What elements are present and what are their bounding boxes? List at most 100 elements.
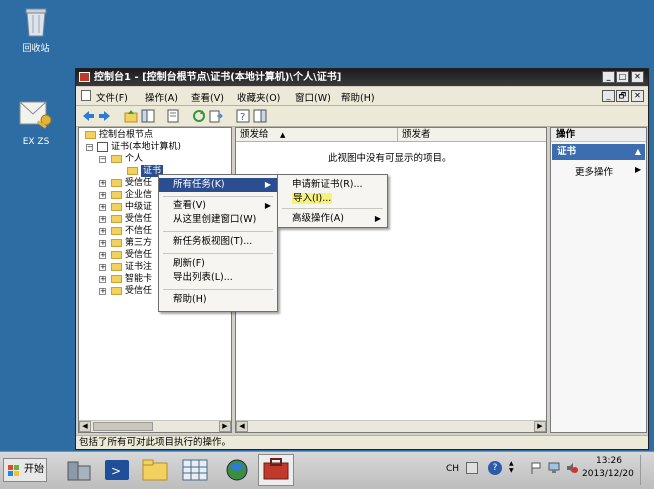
user-shortcut[interactable]: EX ZS bbox=[6, 96, 66, 147]
tree-label: 第三方 bbox=[125, 238, 153, 248]
console-icon bbox=[79, 72, 90, 82]
mmc-taskbar-button[interactable] bbox=[258, 454, 294, 486]
folder-icon bbox=[111, 203, 122, 211]
more-actions[interactable]: 更多操作 bbox=[575, 164, 613, 178]
menu-item-request-cert[interactable]: 申请新证书(R)... bbox=[278, 178, 387, 192]
folder-icon bbox=[111, 191, 122, 199]
tree-horizontal-scrollbar[interactable]: ◀ ▶ bbox=[79, 420, 231, 432]
menu-item-all-tasks[interactable]: 所有任务(K) ▶ bbox=[159, 178, 277, 192]
menu-bar: 文件(F) 操作(A) 查看(V) 收藏夹(O) 窗口(W) 帮助(H) _ 🗗… bbox=[76, 87, 648, 106]
actions-section-label: 证书 bbox=[557, 146, 577, 157]
menu-item-export-list[interactable]: 导出列表(L)... bbox=[159, 271, 277, 285]
column-issued-to[interactable]: 颁发给 ▲ bbox=[236, 128, 398, 142]
inner-restore-button[interactable]: 🗗 bbox=[616, 90, 629, 102]
inner-close-button[interactable]: ✕ bbox=[631, 90, 644, 102]
expand-icon[interactable]: + bbox=[99, 264, 106, 271]
scroll-thumb[interactable] bbox=[93, 422, 153, 431]
actions-section-certificates[interactable]: 证书 ▲ bbox=[552, 144, 645, 160]
expand-icon[interactable]: + bbox=[99, 216, 106, 223]
show-desktop-button[interactable] bbox=[640, 455, 651, 485]
menu-item-import[interactable]: 导入(I)... bbox=[278, 192, 387, 206]
explorer-icon[interactable] bbox=[140, 456, 170, 484]
help-icon[interactable]: ? bbox=[236, 109, 250, 123]
scroll-left-icon[interactable]: ◀ bbox=[79, 421, 91, 432]
status-bar: 包括了所有可对此项目执行的操作。 bbox=[76, 435, 648, 449]
submenu-arrow-icon: ▶ bbox=[374, 214, 381, 223]
folder-icon bbox=[111, 275, 122, 283]
expand-icon[interactable]: + bbox=[99, 228, 106, 235]
recycle-bin[interactable]: 回收站 bbox=[6, 6, 66, 54]
column-label: 颁发给 bbox=[240, 129, 269, 140]
collapse-icon[interactable]: − bbox=[99, 156, 106, 163]
expand-icon[interactable]: + bbox=[99, 276, 106, 283]
list-horizontal-scrollbar[interactable]: ◀ ▶ bbox=[236, 420, 546, 432]
volume-muted-icon[interactable] bbox=[566, 462, 578, 474]
menu-item-advanced[interactable]: 高级操作(A) ▶ bbox=[278, 212, 387, 226]
menu-window[interactable]: 窗口(W) bbox=[295, 90, 331, 104]
column-issued-by[interactable]: 颁发者 bbox=[398, 128, 546, 142]
folder-icon bbox=[111, 155, 122, 163]
export-icon[interactable] bbox=[209, 109, 223, 123]
flag-icon[interactable] bbox=[530, 462, 542, 474]
scroll-left-icon[interactable]: ◀ bbox=[236, 421, 248, 432]
expand-icon[interactable]: + bbox=[99, 204, 106, 211]
expand-icon[interactable]: + bbox=[99, 252, 106, 259]
menu-item-view[interactable]: 查看(V) ▶ bbox=[159, 199, 277, 213]
collapse-icon[interactable]: − bbox=[86, 144, 93, 151]
grid-window-icon[interactable] bbox=[180, 456, 210, 484]
inner-minimize-button[interactable]: _ bbox=[602, 90, 615, 102]
network-icon[interactable] bbox=[548, 462, 560, 474]
tray-expand-icon[interactable]: ▲ ▼ bbox=[509, 460, 514, 474]
menu-file[interactable]: 文件(F) bbox=[96, 90, 128, 104]
svg-text:>: > bbox=[111, 464, 121, 478]
menu-item-new-window[interactable]: 从这里创建窗口(W) bbox=[159, 213, 277, 227]
language-indicator[interactable]: CH bbox=[446, 464, 459, 474]
expand-icon[interactable]: + bbox=[99, 240, 106, 247]
menu-item-label: 申请新证书(R)... bbox=[292, 179, 363, 190]
action-pane-icon[interactable] bbox=[253, 109, 267, 123]
list-pane: 颁发给 ▲ 颁发者 此视图中没有可显示的项目。 ◀ ▶ bbox=[235, 127, 547, 433]
menu-item-label: 帮助(H) bbox=[173, 294, 207, 305]
close-button[interactable]: ✕ bbox=[631, 71, 644, 83]
folder-icon bbox=[111, 239, 122, 247]
scroll-right-icon[interactable]: ▶ bbox=[534, 421, 546, 432]
scroll-right-icon[interactable]: ▶ bbox=[219, 421, 231, 432]
expand-icon[interactable]: + bbox=[99, 180, 106, 187]
properties-icon[interactable] bbox=[166, 109, 180, 123]
up-folder-icon[interactable] bbox=[124, 109, 138, 123]
menu-item-label: 从这里创建窗口(W) bbox=[173, 214, 257, 225]
show-tree-icon[interactable] bbox=[141, 109, 155, 123]
menu-help[interactable]: 帮助(H) bbox=[341, 90, 375, 104]
back-icon[interactable] bbox=[81, 109, 95, 123]
windows-logo-icon bbox=[8, 464, 20, 476]
start-button[interactable]: 开始 bbox=[3, 458, 47, 482]
expand-icon[interactable]: + bbox=[99, 288, 106, 295]
menu-item-label: 新任务板视图(T)... bbox=[173, 236, 253, 247]
folder-icon bbox=[111, 227, 122, 235]
title-bar[interactable]: 控制台1 - [控制台根节点\证书(本地计算机)\个人\证书] _ □ ✕ bbox=[76, 69, 648, 86]
folder-icon bbox=[111, 263, 122, 271]
menu-item-label: 高级操作(A) bbox=[292, 213, 344, 224]
menu-view[interactable]: 查看(V) bbox=[191, 90, 224, 104]
powershell-icon[interactable]: > bbox=[102, 456, 132, 484]
collapse-up-icon[interactable]: ▲ bbox=[635, 144, 641, 160]
menu-item-label: 导入(I)... bbox=[292, 193, 333, 204]
help-circle-icon[interactable]: ? bbox=[488, 461, 502, 475]
menu-item-new-taskpad[interactable]: 新任务板视图(T)... bbox=[159, 235, 277, 249]
ime-icon[interactable] bbox=[466, 462, 478, 474]
menu-action[interactable]: 操作(A) bbox=[145, 90, 178, 104]
refresh-icon[interactable] bbox=[192, 109, 206, 123]
menu-favorites[interactable]: 收藏夹(O) bbox=[237, 90, 280, 104]
menu-item-help[interactable]: 帮助(H) bbox=[159, 293, 277, 307]
menu-item-refresh[interactable]: 刷新(F) bbox=[159, 257, 277, 271]
clock-date[interactable]: 2013/12/20 bbox=[582, 469, 634, 479]
forward-icon[interactable] bbox=[98, 109, 112, 123]
minimize-button[interactable]: _ bbox=[602, 71, 615, 83]
expand-icon[interactable]: + bbox=[99, 192, 106, 199]
sort-ascending-icon: ▲ bbox=[280, 131, 286, 139]
clock-time[interactable]: 13:26 bbox=[596, 456, 622, 466]
menu-item-label: 查看(V) bbox=[173, 200, 206, 211]
network-globe-icon[interactable] bbox=[222, 456, 252, 484]
maximize-button[interactable]: □ bbox=[616, 71, 629, 83]
server-manager-icon[interactable] bbox=[64, 456, 94, 484]
